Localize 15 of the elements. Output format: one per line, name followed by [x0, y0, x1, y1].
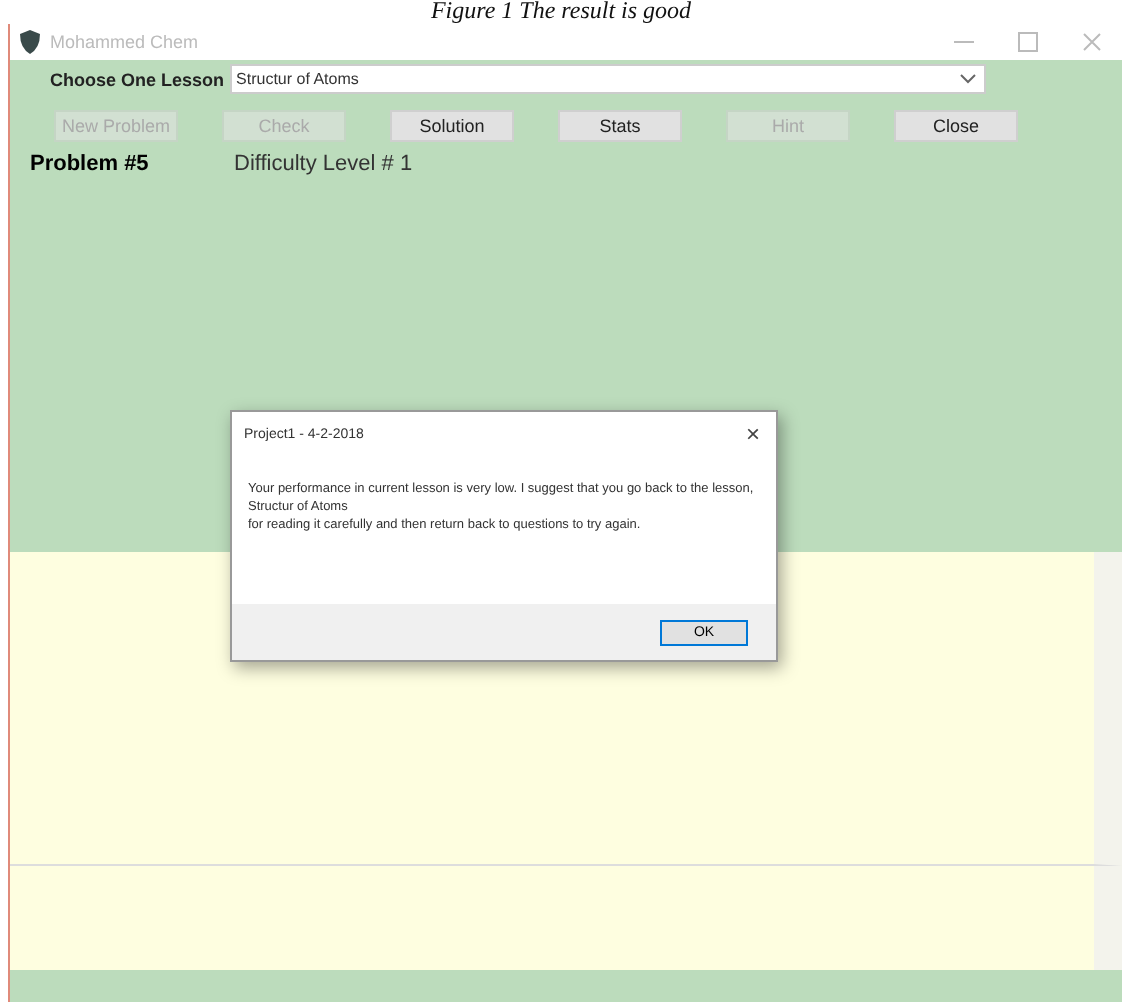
feedback-area[interactable] [10, 866, 1122, 970]
close-icon[interactable] [1082, 32, 1102, 52]
lesson-label: Choose One Lesson [50, 69, 225, 89]
lesson-dropdown[interactable]: Structur of Atoms [230, 64, 987, 94]
maximize-icon[interactable] [1018, 32, 1038, 52]
difficulty-level: Difficulty Level # 1 [234, 152, 413, 176]
window-title: Mohammed Chem [50, 32, 199, 52]
toolbar-button[interactable]: Close [894, 110, 1018, 142]
toolbar-button[interactable]: Solution [390, 110, 514, 142]
chevron-down-icon [960, 74, 977, 84]
figure-caption: Figure 1 The result is good [428, 0, 694, 24]
toolbar-button[interactable]: Stats [558, 110, 682, 142]
dialog-close-button[interactable]: × [745, 420, 760, 448]
shield-icon [18, 30, 42, 54]
problem-number: Problem #5 [30, 152, 151, 176]
